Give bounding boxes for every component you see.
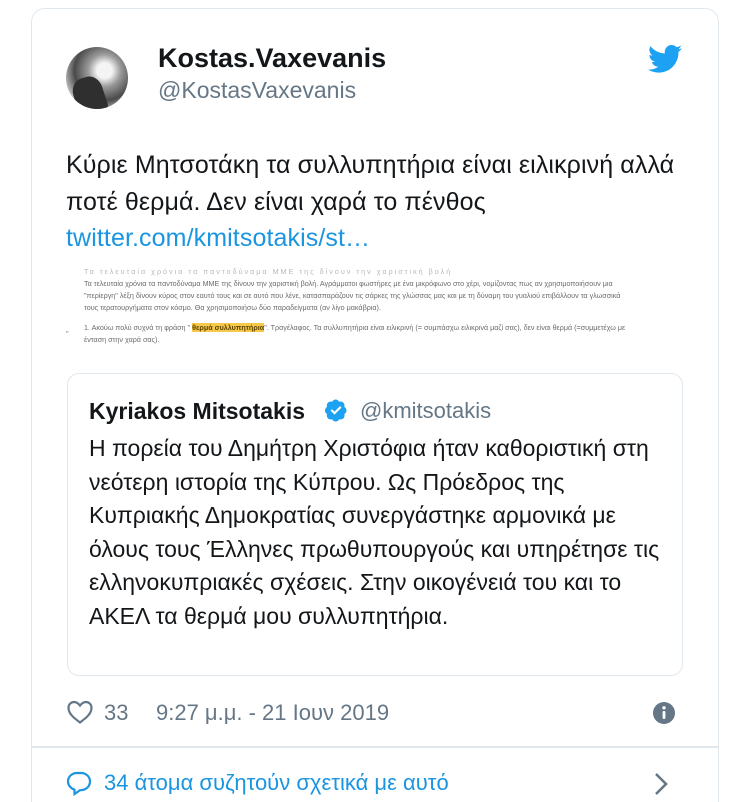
- quoted-author-handle: @kmitsotakis: [360, 398, 492, 423]
- author-name[interactable]: Kostas.Vaxevanis: [158, 43, 386, 74]
- image-line-4-post: ". Τραγέλαφος. Τα συλλυπητήρια είναι ειλ…: [264, 323, 626, 332]
- discussion-label: 34 άτομα συζητούν σχετικά με αυτό: [104, 770, 449, 795]
- twitter-bird-icon[interactable]: [648, 44, 682, 74]
- quoted-tweet[interactable]: Kyriakos Mitsotakis @kmitsotakis Η πορεί…: [67, 373, 683, 676]
- author-avatar[interactable]: [66, 47, 128, 109]
- image-highlight: θερμά συλλυπητήρια: [192, 323, 265, 332]
- tweet-link[interactable]: twitter.com/kmitsotakis/st…: [66, 224, 370, 252]
- speech-bubble-icon: [66, 771, 92, 796]
- verified-badge-icon: [325, 399, 347, 422]
- chevron-right-icon: [655, 773, 668, 795]
- tweet-timestamp[interactable]: 9:27 μ.μ. - 21 Ιουν 2019: [156, 700, 389, 726]
- quoted-author-name: Kyriakos Mitsotakis: [89, 398, 306, 424]
- heart-icon[interactable]: [66, 699, 94, 725]
- tweet-text: Κύριε Μητσοτάκη τα συλλυπητήρια είναι ει…: [66, 147, 691, 257]
- divider: [32, 746, 718, 748]
- tweet-body: Κύριε Μητσοτάκη τα συλλυπητήρια είναι ει…: [66, 151, 675, 216]
- image-margin-mark: ": [66, 329, 69, 338]
- tweet-image[interactable]: Τα τελευταία χρόνια τα παντοδύναμα ΜΜΕ τ…: [64, 266, 688, 362]
- image-line-2: "περίεργη" λέξη δίνουν κύρος στον εαυτό …: [84, 291, 621, 300]
- image-line-5: ένταση στην χαρά σας).: [84, 335, 160, 344]
- info-icon[interactable]: [652, 701, 676, 725]
- like-count[interactable]: 33: [104, 700, 128, 726]
- image-line-4: 1. Ακούω πολύ συχνά τη φράση " θερμά συλ…: [64, 322, 688, 334]
- image-line-4-pre: 1. Ακούω πολύ συχνά τη φράση ": [84, 323, 193, 332]
- discussion-link[interactable]: 34 άτομα συζητούν σχετικά με αυτό: [66, 768, 686, 802]
- image-line-1: Τα τελευταία χρόνια τα παντοδύναμα ΜΜΕ τ…: [84, 279, 613, 288]
- image-line-3: τους τερατουργήματα στον κόσμο. Θα χρησι…: [84, 303, 381, 312]
- quoted-tweet-text: Η πορεία του Δημήτρη Χριστόφια ήταν καθο…: [89, 435, 660, 629]
- image-line-0: Τα τελευταία χρόνια τα παντοδύναμα ΜΜΕ τ…: [84, 267, 453, 276]
- author-handle[interactable]: @KostasVaxevanis: [158, 77, 356, 104]
- tweet-meta: 33 9:27 μ.μ. - 21 Ιουν 2019: [66, 698, 686, 728]
